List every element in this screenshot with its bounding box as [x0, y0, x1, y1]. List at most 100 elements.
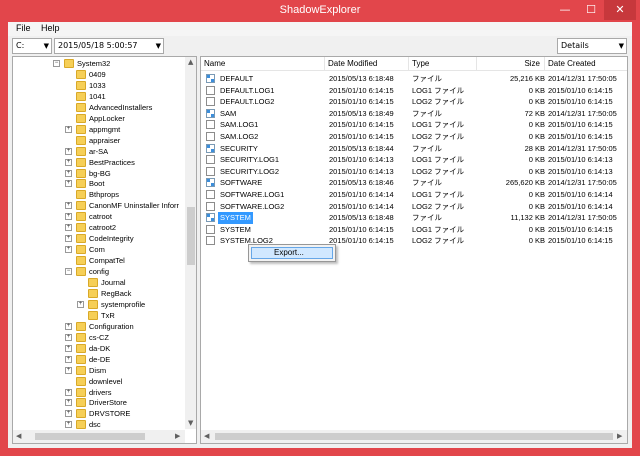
expand-icon[interactable]: +: [65, 355, 72, 363]
file-row[interactable]: DEFAULT.LOG2 2015/01/10 6:14:15 LOG2 ファイル 0…: [201, 96, 627, 108]
expand-icon[interactable]: +: [65, 213, 72, 221]
tree-node-label: Com: [89, 245, 105, 255]
tree-node-label: appmgmt: [89, 124, 121, 134]
file-icon: [206, 236, 215, 246]
tree-horizontal-scrollbar[interactable]: ◀ ▶: [13, 430, 185, 443]
expand-icon[interactable]: +: [65, 180, 72, 188]
expand-icon[interactable]: +: [65, 158, 72, 166]
maximize-button[interactable]: ☐: [578, 0, 604, 20]
file-date-modified: 2015/01/10 6:14:15: [329, 236, 394, 246]
tree-node-label: DRVSTORE: [89, 409, 131, 419]
file-date-created: 2014/12/31 17:50:05: [548, 178, 617, 188]
expand-icon[interactable]: +: [65, 169, 72, 177]
list-horizontal-scrollbar[interactable]: ◀ ▶: [201, 430, 627, 443]
folder-icon: [76, 332, 86, 342]
folder-icon: [76, 135, 86, 145]
file-row[interactable]: DEFAULT 2015/05/13 6:18:48 ファイル 25,216 KB 20…: [201, 73, 627, 85]
expand-icon[interactable]: +: [65, 421, 72, 429]
context-menu: Export...: [248, 244, 336, 262]
tree-node-label: systemprofile: [101, 299, 146, 309]
file-size: 0 KB: [528, 201, 545, 211]
scroll-right-icon[interactable]: ▶: [175, 432, 180, 440]
file-name: SOFTWARE.LOG1: [220, 190, 285, 199]
menu-file[interactable]: File: [16, 23, 31, 33]
drive-select[interactable]: C: ▼: [12, 38, 52, 54]
close-button[interactable]: ✕: [604, 0, 636, 20]
file-date-created: 2015/01/10 6:14:14: [548, 201, 613, 211]
file-icon: [206, 166, 215, 176]
tree-node-label: AdvancedInstallers: [89, 102, 153, 112]
scroll-right-icon[interactable]: ▶: [617, 432, 622, 440]
file-row[interactable]: SOFTWARE.LOG2 2015/01/10 6:14:14 LOG2 ファイル…: [201, 201, 627, 213]
folder-tree[interactable]: − System32 0409 1033 1041 AdvancedInstallers A…: [12, 56, 197, 444]
scroll-down-icon[interactable]: ▼: [188, 419, 193, 427]
column-header-type[interactable]: Type: [409, 57, 477, 71]
expand-icon[interactable]: +: [65, 322, 72, 330]
column-header-date-modified[interactable]: Date Modified: [325, 57, 409, 71]
file-size: 28 KB: [524, 143, 545, 153]
expand-icon[interactable]: +: [65, 366, 72, 374]
collapse-icon[interactable]: −: [53, 60, 60, 67]
file-date-created: 2015/01/10 6:14:14: [548, 190, 613, 199]
tree-node-label: de-DE: [89, 354, 111, 364]
expand-icon[interactable]: +: [65, 333, 72, 341]
file-name: DEFAULT: [220, 74, 254, 83]
file-row[interactable]: SECURITY.LOG2 2015/01/10 6:14:13 LOG2 ファイル…: [201, 166, 627, 178]
tree-node-label: dsc: [89, 420, 101, 429]
column-header-name[interactable]: Name: [201, 57, 325, 71]
expand-icon[interactable]: +: [65, 410, 72, 418]
file-size: 0 KB: [528, 132, 545, 141]
expand-icon[interactable]: +: [65, 224, 72, 232]
expand-icon[interactable]: +: [65, 399, 72, 407]
scroll-up-icon[interactable]: ▲: [188, 58, 193, 66]
chevron-down-icon: ▼: [618, 42, 624, 50]
tree-hscroll-thumb[interactable]: [35, 433, 145, 440]
expand-icon[interactable]: +: [65, 246, 72, 254]
chevron-down-icon: ▼: [43, 42, 49, 50]
expand-icon[interactable]: +: [65, 388, 72, 396]
folder-icon: [76, 267, 86, 277]
folder-icon: [76, 69, 86, 79]
title-bar[interactable]: ShadowExplorer — ☐ ✕: [0, 0, 640, 22]
expand-icon[interactable]: +: [65, 202, 72, 210]
menu-help[interactable]: Help: [41, 23, 60, 33]
expand-icon[interactable]: +: [65, 125, 72, 133]
column-header-size[interactable]: Size: [477, 57, 545, 71]
file-icon: [206, 97, 215, 107]
minimize-button[interactable]: —: [552, 0, 578, 20]
file-row[interactable]: SAM 2015/05/13 6:18:49 ファイル 72 KB 2014/12/31…: [201, 108, 627, 120]
folder-icon: [76, 234, 86, 244]
column-header-date-created[interactable]: Date Created: [545, 57, 627, 71]
file-row[interactable]: SOFTWARE.LOG1 2015/01/10 6:14:14 LOG1 ファイル…: [201, 189, 627, 201]
file-row[interactable]: SYSTEM 2015/05/13 6:18:48 ファイル 11,132 KB 201…: [201, 212, 627, 224]
file-row[interactable]: DEFAULT.LOG1 2015/01/10 6:14:15 LOG1 ファイル 0…: [201, 85, 627, 97]
export-menu-item[interactable]: Export...: [251, 247, 333, 259]
view-mode-select[interactable]: Details ▼: [557, 38, 627, 54]
expand-icon[interactable]: +: [65, 235, 72, 243]
file-row[interactable]: SAM.LOG1 2015/01/10 6:14:15 LOG1 ファイル 0 KB 2…: [201, 119, 627, 131]
file-row[interactable]: SYSTEM 2015/01/10 6:14:15 LOG1 ファイル 0 KB 201…: [201, 224, 627, 236]
folder-icon: [76, 80, 86, 90]
scroll-left-icon[interactable]: ◀: [204, 432, 209, 440]
list-hscroll-thumb[interactable]: [215, 433, 613, 440]
file-type: ファイル: [412, 74, 442, 83]
file-size: 0 KB: [528, 85, 545, 95]
expand-icon[interactable]: +: [65, 147, 72, 155]
registry-file-icon: [206, 178, 215, 188]
registry-file-icon: [206, 213, 215, 223]
expand-icon[interactable]: +: [77, 300, 84, 308]
file-row[interactable]: SECURITY 2015/05/13 6:18:44 ファイル 28 KB 2014/…: [201, 143, 627, 155]
tree-scroll-thumb[interactable]: [187, 207, 195, 265]
file-icon: [206, 85, 215, 95]
tree-node-label: bg-BG: [89, 168, 111, 178]
expand-icon[interactable]: +: [65, 344, 72, 352]
collapse-icon[interactable]: −: [65, 268, 72, 276]
file-row[interactable]: SECURITY.LOG1 2015/01/10 6:14:13 LOG1 ファイル…: [201, 154, 627, 166]
file-name: DEFAULT.LOG2: [220, 97, 275, 107]
file-row[interactable]: SAM.LOG2 2015/01/10 6:14:15 LOG2 ファイル 0 KB 2…: [201, 131, 627, 143]
scroll-left-icon[interactable]: ◀: [16, 432, 21, 440]
file-icon: [206, 201, 215, 211]
tree-vertical-scrollbar[interactable]: ▲ ▼: [185, 57, 196, 429]
file-row[interactable]: SOFTWARE 2015/05/13 6:18:46 ファイル 265,620 KB…: [201, 177, 627, 189]
snapshot-date-select[interactable]: 2015/05/18 5:00:57 ▼: [54, 38, 164, 54]
